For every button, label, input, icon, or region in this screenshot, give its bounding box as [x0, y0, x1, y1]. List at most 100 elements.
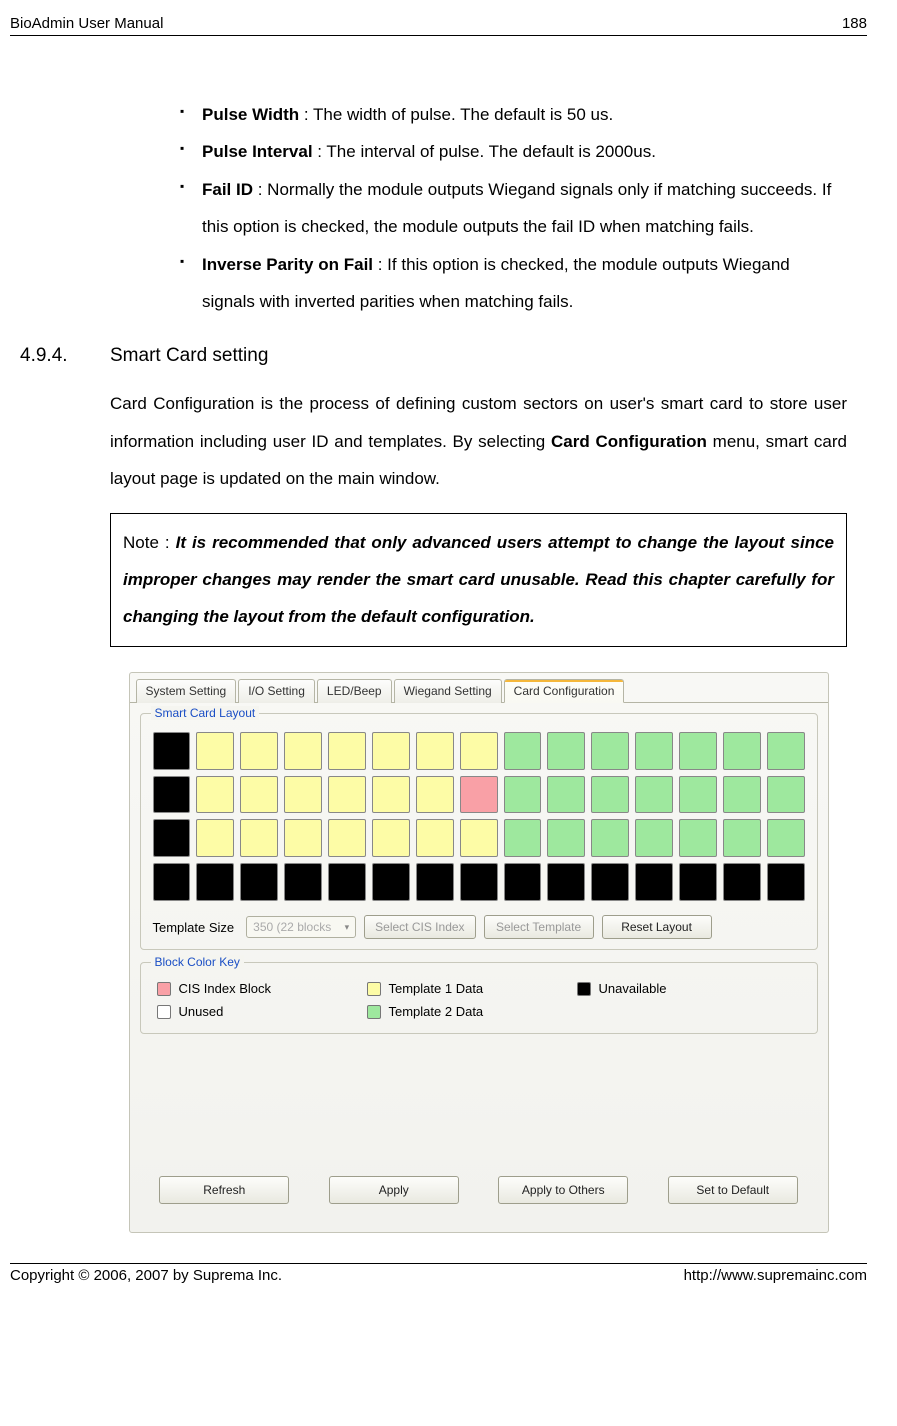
layout-block[interactable] [153, 776, 191, 814]
layout-block[interactable] [723, 863, 761, 901]
section-title: Smart Card setting [110, 345, 268, 367]
tab-io-setting[interactable]: I/O Setting [238, 679, 315, 703]
layout-block[interactable] [328, 819, 366, 857]
layout-block[interactable] [679, 863, 717, 901]
layout-block[interactable] [547, 776, 585, 814]
set-to-default-button[interactable]: Set to Default [668, 1176, 798, 1204]
layout-block[interactable] [504, 863, 542, 901]
apply-to-others-button[interactable]: Apply to Others [498, 1176, 628, 1204]
layout-block[interactable] [635, 863, 673, 901]
note-body: It is recommended that only advanced use… [123, 533, 834, 627]
config-panel: System Setting I/O Setting LED/Beep Wieg… [129, 672, 829, 1234]
layout-block[interactable] [767, 732, 805, 770]
layout-block[interactable] [372, 732, 410, 770]
layout-block[interactable] [153, 863, 191, 901]
layout-block[interactable] [196, 776, 234, 814]
layout-block[interactable] [196, 819, 234, 857]
layout-block[interactable] [767, 776, 805, 814]
layout-block[interactable] [284, 776, 322, 814]
note-prefix: Note : [123, 533, 176, 552]
layout-block[interactable] [196, 732, 234, 770]
list-item: Pulse Width : The width of pulse. The de… [180, 96, 847, 133]
tab-wiegand-setting[interactable]: Wiegand Setting [394, 679, 502, 703]
panel-body: Smart Card Layout Template Size 350 (22 … [130, 702, 828, 1225]
layout-block[interactable] [591, 819, 629, 857]
layout-block[interactable] [723, 776, 761, 814]
swatch-icon [577, 982, 591, 996]
legend-item: Template 1 Data [367, 981, 517, 996]
chevron-down-icon: ▾ [345, 922, 350, 933]
layout-block[interactable] [679, 732, 717, 770]
layout-block[interactable] [240, 863, 278, 901]
reset-layout-button[interactable]: Reset Layout [602, 915, 712, 939]
layout-block[interactable] [372, 863, 410, 901]
legend-label: Template 2 Data [389, 1004, 484, 1019]
tab-card-configuration[interactable]: Card Configuration [504, 679, 625, 703]
layout-block[interactable] [504, 732, 542, 770]
fieldset-legend: Block Color Key [151, 955, 244, 969]
layout-block[interactable] [591, 776, 629, 814]
layout-block[interactable] [591, 732, 629, 770]
layout-block[interactable] [547, 863, 585, 901]
tab-system-setting[interactable]: System Setting [136, 679, 237, 703]
swatch-icon [367, 1005, 381, 1019]
layout-block[interactable] [372, 819, 410, 857]
layout-block[interactable] [591, 863, 629, 901]
fieldset-legend: Smart Card Layout [151, 706, 260, 720]
layout-block[interactable] [284, 863, 322, 901]
section-number: 4.9.4. [10, 345, 110, 367]
body-paragraph: Card Configuration is the process of def… [110, 385, 847, 497]
layout-block[interactable] [416, 819, 454, 857]
layout-block[interactable] [723, 819, 761, 857]
layout-block[interactable] [460, 863, 498, 901]
layout-block[interactable] [679, 776, 717, 814]
layout-block[interactable] [635, 819, 673, 857]
copyright-text: Copyright © 2006, 2007 by Suprema Inc. [10, 1267, 282, 1284]
select-template-button[interactable]: Select Template [484, 915, 594, 939]
layout-block[interactable] [723, 732, 761, 770]
layout-block[interactable] [547, 732, 585, 770]
template-controls-row: Template Size 350 (22 blocks ▾ Select CI… [151, 911, 807, 939]
layout-block[interactable] [504, 776, 542, 814]
layout-block[interactable] [416, 776, 454, 814]
layout-block[interactable] [328, 776, 366, 814]
layout-block[interactable] [635, 732, 673, 770]
layout-block[interactable] [635, 776, 673, 814]
bullet-list: Pulse Width : The width of pulse. The de… [110, 96, 847, 320]
layout-block[interactable] [767, 863, 805, 901]
layout-block[interactable] [372, 776, 410, 814]
block-color-key-fieldset: Block Color Key CIS Index Block Template… [140, 962, 818, 1034]
layout-block[interactable] [460, 732, 498, 770]
layout-block[interactable] [416, 863, 454, 901]
layout-block[interactable] [284, 732, 322, 770]
refresh-button[interactable]: Refresh [159, 1176, 289, 1204]
layout-block[interactable] [328, 863, 366, 901]
list-item: Pulse Interval : The interval of pulse. … [180, 133, 847, 170]
layout-block[interactable] [284, 819, 322, 857]
layout-block[interactable] [547, 819, 585, 857]
para-bold: Card Configuration [551, 432, 707, 451]
template-size-select[interactable]: 350 (22 blocks ▾ [246, 916, 356, 938]
bottom-button-row: Refresh Apply Apply to Others Set to Def… [140, 1046, 818, 1214]
layout-block[interactable] [153, 819, 191, 857]
layout-block[interactable] [240, 732, 278, 770]
layout-block[interactable] [328, 732, 366, 770]
layout-block[interactable] [460, 819, 498, 857]
legend-row: CIS Index Block Template 1 Data Unavaila… [151, 977, 807, 1000]
apply-button[interactable]: Apply [329, 1176, 459, 1204]
select-cis-index-button[interactable]: Select CIS Index [364, 915, 475, 939]
item-label: Pulse Width [202, 105, 299, 124]
layout-block[interactable] [196, 863, 234, 901]
layout-block[interactable] [460, 776, 498, 814]
layout-block[interactable] [240, 776, 278, 814]
tab-led-beep[interactable]: LED/Beep [317, 679, 392, 703]
swatch-icon [157, 982, 171, 996]
layout-block[interactable] [153, 732, 191, 770]
layout-block[interactable] [679, 819, 717, 857]
item-label: Inverse Parity on Fail [202, 255, 373, 274]
layout-block[interactable] [416, 732, 454, 770]
layout-block[interactable] [767, 819, 805, 857]
legend-label: Template 1 Data [389, 981, 484, 996]
layout-block[interactable] [504, 819, 542, 857]
layout-block[interactable] [240, 819, 278, 857]
